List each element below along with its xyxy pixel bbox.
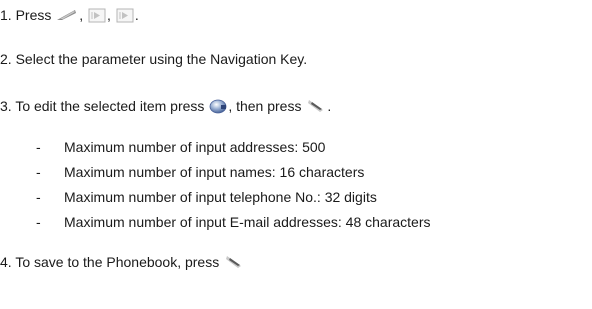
list-dash: - (36, 139, 41, 155)
limit-item: - Maximum number of input telephone No.: … (36, 188, 377, 206)
list-dash: - (36, 164, 41, 180)
right-soft-key-icon (306, 98, 326, 114)
step-3: 3. To edit the selected item press , the… (0, 97, 331, 115)
left-soft-key-icon (56, 7, 78, 23)
right-soft-key-icon (224, 254, 244, 270)
limit-item: - Maximum number of input names: 16 chara… (36, 163, 364, 181)
list-dash: - (36, 189, 41, 205)
step-1-prefix: 1. Press (0, 7, 52, 23)
menu-key-icon (88, 8, 106, 23)
menu-key-icon (116, 8, 134, 23)
limit-text: Maximum number of input addresses: 500 (64, 139, 326, 155)
step-1-sep-2: , (107, 7, 111, 23)
limit-text: Maximum number of input telephone No.: 3… (64, 189, 377, 205)
limit-text: Maximum number of input names: 16 charac… (64, 164, 365, 180)
step-1-suffix: . (134, 7, 139, 23)
step-3-prefix: 3. To edit the selected item press (0, 98, 205, 114)
limit-item: - Maximum number of input addresses: 500 (36, 138, 325, 156)
step-2: 2. Select the parameter using the Naviga… (0, 50, 307, 68)
confirm-key-icon (209, 99, 227, 114)
limit-item: - Maximum number of input E-mail addresse… (36, 213, 430, 231)
step-3-middle: , then press (228, 98, 302, 114)
step-1: 1. Press , , . (0, 6, 139, 24)
step-2-text: 2. Select the parameter using the Naviga… (0, 51, 308, 67)
list-dash: - (36, 214, 41, 230)
step-1-sep-1: , (79, 7, 84, 23)
limit-text: Maximum number of input E-mail addresses… (64, 214, 431, 230)
step-3-suffix: . (327, 98, 332, 114)
step-4: 4. To save to the Phonebook, press (0, 253, 245, 271)
step-4-prefix: 4. To save to the Phonebook, press (0, 254, 220, 270)
